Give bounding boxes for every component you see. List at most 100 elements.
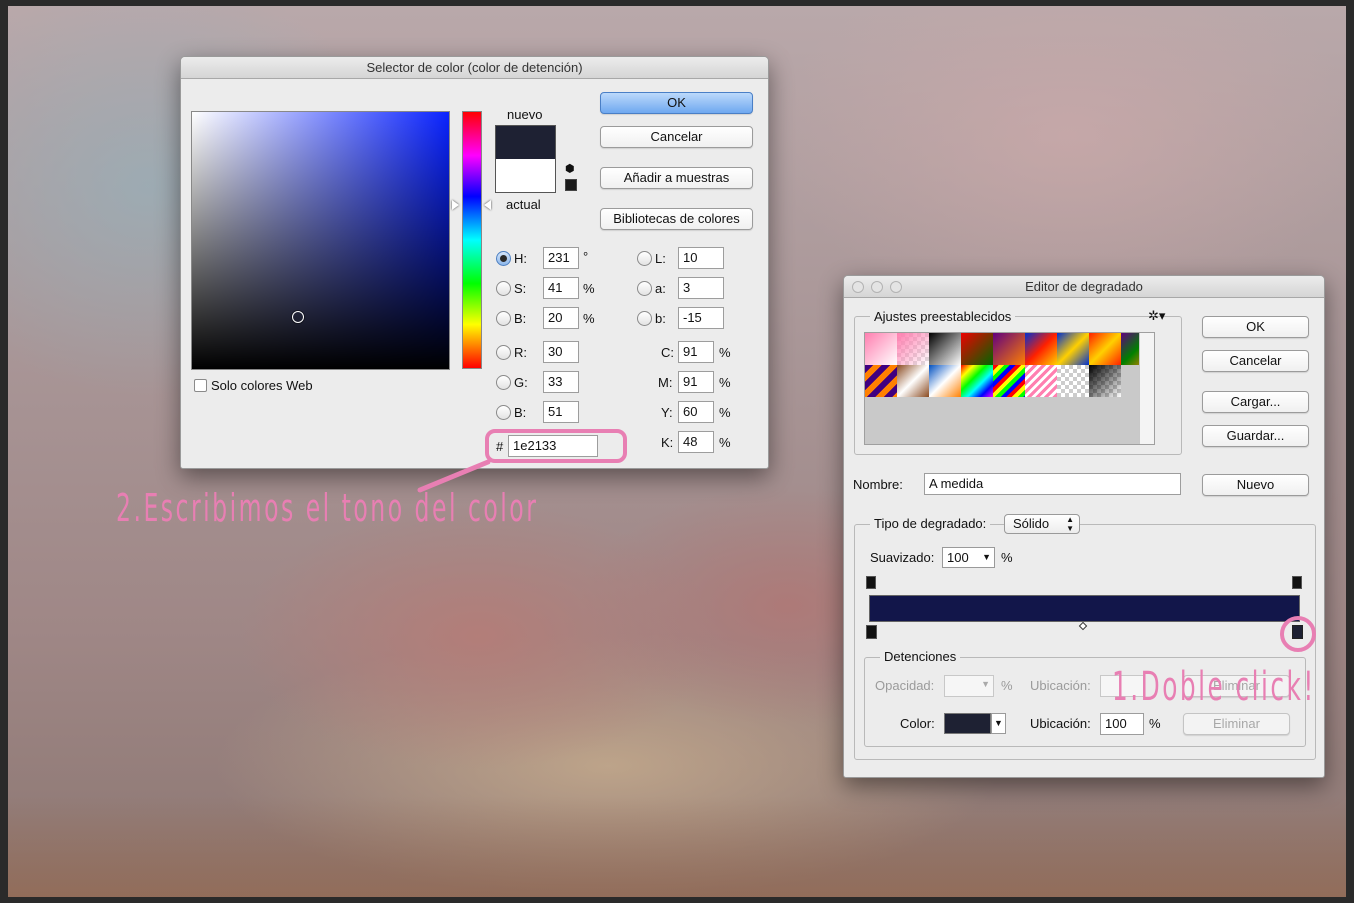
b-radio[interactable] xyxy=(496,311,511,326)
s-radio[interactable] xyxy=(496,281,511,296)
smoothness-select[interactable]: 100 ▼ xyxy=(942,547,995,568)
gradient-editor-title: Editor de degradado xyxy=(1025,279,1143,294)
preset-swatch[interactable] xyxy=(865,365,897,397)
minimize-window-button[interactable] xyxy=(871,281,883,293)
b-unit: % xyxy=(583,311,595,326)
stop-color-swatch[interactable] xyxy=(944,713,991,734)
g-field[interactable]: 33 xyxy=(543,371,579,393)
blue-radio[interactable] xyxy=(496,405,511,420)
hue-slider-right-arrow[interactable] xyxy=(484,200,491,210)
preset-swatch[interactable] xyxy=(929,365,961,397)
preset-swatch[interactable] xyxy=(897,365,929,397)
location-unit: % xyxy=(1149,716,1161,731)
load-button[interactable]: Cargar... xyxy=(1202,391,1309,413)
preset-swatch[interactable] xyxy=(1089,365,1121,397)
k-label: K: xyxy=(661,435,674,450)
c-unit: % xyxy=(719,345,731,360)
web-safe-swatch-icon[interactable] xyxy=(565,179,577,191)
a-radio[interactable] xyxy=(637,281,652,296)
l-radio[interactable] xyxy=(637,251,652,266)
preset-swatch[interactable] xyxy=(993,365,1025,397)
add-to-swatches-button[interactable]: Añadir a muestras xyxy=(600,167,753,189)
ok-button[interactable]: OK xyxy=(600,92,753,114)
blue-label: B: xyxy=(514,405,527,420)
name-field[interactable]: A medida xyxy=(924,473,1181,495)
preset-swatch[interactable] xyxy=(1057,365,1089,397)
color-libraries-button[interactable]: Bibliotecas de colores xyxy=(600,208,753,230)
gradient-preview-bar[interactable] xyxy=(869,595,1300,622)
c-field[interactable]: 91 xyxy=(678,341,714,363)
preset-swatch[interactable] xyxy=(1057,333,1089,365)
h-radio[interactable] xyxy=(496,251,511,266)
save-button[interactable]: Guardar... xyxy=(1202,425,1309,447)
l-field[interactable]: 10 xyxy=(678,247,724,269)
chevron-down-icon: ▼ xyxy=(982,552,991,562)
current-color-swatch[interactable] xyxy=(495,159,556,193)
preset-swatch[interactable] xyxy=(961,365,993,397)
location-label-color: Ubicación: xyxy=(1030,716,1091,731)
r-radio[interactable] xyxy=(496,345,511,360)
gradient-cancel-button[interactable]: Cancelar xyxy=(1202,350,1309,372)
preset-swatch[interactable] xyxy=(1089,333,1121,365)
current-color-label: actual xyxy=(506,197,541,212)
presets-gear-icon[interactable]: ✲▾ xyxy=(1148,308,1165,324)
preset-swatch[interactable] xyxy=(1025,333,1057,365)
new-color-label: nuevo xyxy=(507,107,543,122)
preset-swatch[interactable] xyxy=(1025,365,1057,397)
color-picker-titlebar[interactable]: Selector de color (color de detención) xyxy=(181,57,768,79)
window-controls xyxy=(852,281,902,293)
a-field[interactable]: 3 xyxy=(678,277,724,299)
delete-color-stop-button: Eliminar xyxy=(1183,713,1290,735)
lab-b-field[interactable]: -15 xyxy=(678,307,724,329)
l-label: L: xyxy=(655,251,666,266)
g-label: G: xyxy=(514,375,528,390)
preset-swatch[interactable] xyxy=(961,333,993,365)
zoom-window-button[interactable] xyxy=(890,281,902,293)
h-unit: ° xyxy=(583,249,589,264)
close-window-button[interactable] xyxy=(852,281,864,293)
hex-highlight-circle xyxy=(485,429,627,463)
r-field[interactable]: 30 xyxy=(543,341,579,363)
web-colors-only-label: Solo colores Web xyxy=(211,378,313,393)
gradient-type-select[interactable]: Sólido ▲ ▼ xyxy=(1004,514,1080,534)
m-unit: % xyxy=(719,375,731,390)
k-field[interactable]: 48 xyxy=(678,431,714,453)
presets-grid[interactable] xyxy=(864,332,1155,445)
color-field-cursor[interactable] xyxy=(292,311,304,323)
cancel-button[interactable]: Cancelar xyxy=(600,126,753,148)
color-field[interactable] xyxy=(191,111,450,370)
lab-b-radio[interactable] xyxy=(637,311,652,326)
m-field[interactable]: 91 xyxy=(678,371,714,393)
gradient-ok-button[interactable]: OK xyxy=(1202,316,1309,338)
cube-icon[interactable]: ⬢ xyxy=(565,163,575,175)
wooden-table xyxy=(8,796,1346,897)
new-gradient-button[interactable]: Nuevo xyxy=(1202,474,1309,496)
b-field[interactable]: 20 xyxy=(543,307,579,329)
preset-swatch[interactable] xyxy=(929,333,961,365)
opacity-stop-left[interactable] xyxy=(866,576,876,589)
location-field-color[interactable]: 100 xyxy=(1100,713,1144,735)
y-field[interactable]: 60 xyxy=(678,401,714,423)
c-label: C: xyxy=(661,345,674,360)
preset-swatch[interactable] xyxy=(993,333,1025,365)
hue-slider[interactable] xyxy=(462,111,482,369)
g-radio[interactable] xyxy=(496,375,511,390)
preset-swatch[interactable] xyxy=(865,333,897,365)
hue-slider-left-arrow[interactable] xyxy=(452,200,459,210)
s-field[interactable]: 41 xyxy=(543,277,579,299)
presets-scrollbar[interactable] xyxy=(1139,333,1154,444)
stops-label: Detenciones xyxy=(880,649,961,664)
stop-color-dropdown[interactable]: ▼ xyxy=(991,713,1006,734)
gradient-editor-titlebar[interactable]: Editor de degradado xyxy=(844,276,1324,298)
web-colors-only-checkbox[interactable] xyxy=(194,379,207,392)
blue-field[interactable]: 51 xyxy=(543,401,579,423)
preset-swatch[interactable] xyxy=(897,333,929,365)
name-label: Nombre: xyxy=(853,477,903,492)
up-down-arrows-icon: ▲ ▼ xyxy=(1066,515,1074,533)
h-field[interactable]: 231 xyxy=(543,247,579,269)
presets-label: Ajustes preestablecidos xyxy=(870,309,1016,324)
smoothness-value: 100 xyxy=(947,550,969,565)
chevron-down-icon: ▼ xyxy=(994,718,1003,728)
opacity-stop-right[interactable] xyxy=(1292,576,1302,589)
color-stop-left[interactable] xyxy=(866,625,877,639)
